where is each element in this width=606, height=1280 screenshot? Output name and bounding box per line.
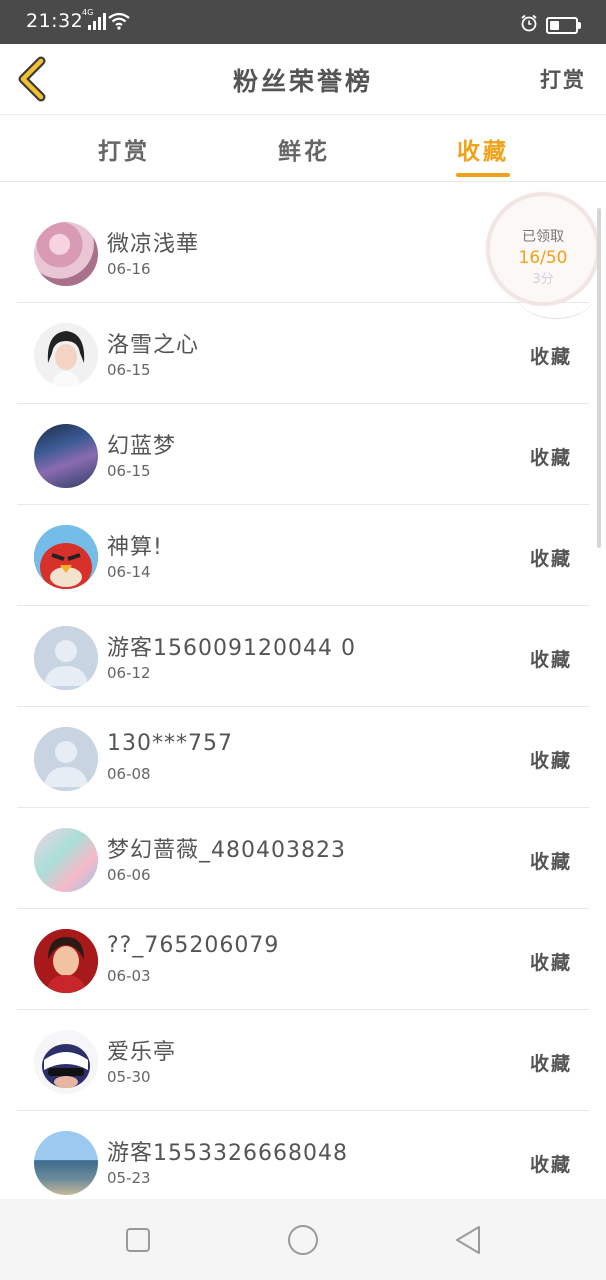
avatar (34, 727, 98, 791)
item-date: 06-06 (107, 866, 151, 884)
active-tab-indicator (456, 173, 510, 177)
avatar (34, 323, 98, 387)
home-icon[interactable] (287, 1224, 319, 1256)
tab-bar: 打赏 鲜花 收藏 (0, 115, 606, 182)
recent-apps-icon[interactable] (125, 1227, 151, 1253)
favorite-label: 收藏 (529, 346, 572, 368)
user-name: 游客1553326668048 (107, 1141, 348, 1166)
avatar (34, 929, 98, 993)
user-name: ??_765206079 (107, 933, 280, 958)
status-time: 21:32 (26, 10, 84, 32)
favorite-label: 收藏 (529, 548, 572, 570)
badge-count: 16/50 (518, 248, 568, 268)
tab-favorites[interactable]: 收藏 (423, 132, 543, 166)
avatar (34, 525, 98, 589)
battery-icon (546, 17, 581, 34)
favorite-label: 收藏 (529, 952, 572, 974)
list-item[interactable]: 游客1553326668048 05-23 收藏 (17, 1111, 589, 1212)
navigation-bar (0, 1199, 606, 1280)
scrollbar[interactable] (597, 208, 601, 548)
item-date: 06-15 (107, 462, 151, 480)
list-item[interactable]: 洛雪之心 06-15 收藏 (17, 303, 589, 404)
claim-badge[interactable]: 已领取 16/50 3分 (490, 196, 596, 302)
user-name: 微凉浅華 (107, 232, 200, 257)
user-name: 神算! (107, 535, 163, 560)
list-item[interactable]: ??_765206079 06-03 收藏 (17, 909, 589, 1010)
user-name: 梦幻蔷薇_480403823 (107, 838, 346, 863)
list-item[interactable]: 神算! 06-14 收藏 (17, 505, 589, 606)
reward-button[interactable]: 打赏 (540, 64, 586, 94)
network-type: 4G (82, 8, 94, 17)
list-item[interactable]: 爱乐亭 05-30 收藏 (17, 1010, 589, 1111)
item-date: 05-30 (107, 1068, 151, 1086)
list-item[interactable]: 130***757 06-08 收藏 (17, 707, 589, 808)
avatar (34, 828, 98, 892)
avatar (34, 626, 98, 690)
item-date: 05-23 (107, 1169, 151, 1187)
wifi-icon (108, 12, 130, 30)
favorite-label: 收藏 (529, 1053, 572, 1075)
badge-label: 已领取 (522, 229, 564, 245)
item-date: 06-14 (107, 563, 151, 581)
page-title: 粉丝荣誉榜 (232, 67, 373, 96)
list-item[interactable]: 幻蓝梦 06-15 收藏 (17, 404, 589, 505)
item-date: 06-03 (107, 967, 151, 985)
favorite-label: 收藏 (529, 447, 572, 469)
header: 粉丝荣誉榜 打赏 (0, 44, 606, 115)
avatar (34, 1131, 98, 1195)
item-date: 06-15 (107, 361, 151, 379)
avatar (34, 1030, 98, 1094)
user-name: 幻蓝梦 (107, 434, 177, 459)
signal-icon: 4G (82, 8, 106, 30)
user-name: 爱乐亭 (107, 1040, 177, 1065)
status-bar: 21:32 4G (0, 0, 606, 44)
list-item[interactable]: 梦幻蔷薇_480403823 06-06 收藏 (17, 808, 589, 909)
user-name: 游客156009120044 0 (107, 636, 356, 661)
tab-flowers[interactable]: 鲜花 (244, 132, 364, 166)
favorite-label: 收藏 (529, 649, 572, 671)
item-date: 06-12 (107, 664, 151, 682)
back-icon[interactable] (453, 1224, 483, 1256)
list-item[interactable]: 游客156009120044 0 06-12 收藏 (17, 606, 589, 707)
avatar (34, 424, 98, 488)
item-date: 06-08 (107, 765, 151, 783)
user-name: 洛雪之心 (107, 333, 200, 358)
favorite-label: 收藏 (529, 851, 572, 873)
alarm-icon (521, 14, 537, 32)
badge-sub: 3分 (532, 272, 554, 287)
item-date: 06-16 (107, 260, 151, 278)
fan-list: 微凉浅華 06-16 洛雪之心 06-15 收藏 幻蓝梦 06-15 收藏 神算… (0, 202, 606, 1212)
favorite-label: 收藏 (529, 750, 572, 772)
avatar (34, 222, 98, 286)
favorite-label: 收藏 (529, 1154, 572, 1176)
user-name: 130***757 (107, 731, 233, 756)
tab-reward[interactable]: 打赏 (64, 132, 184, 166)
